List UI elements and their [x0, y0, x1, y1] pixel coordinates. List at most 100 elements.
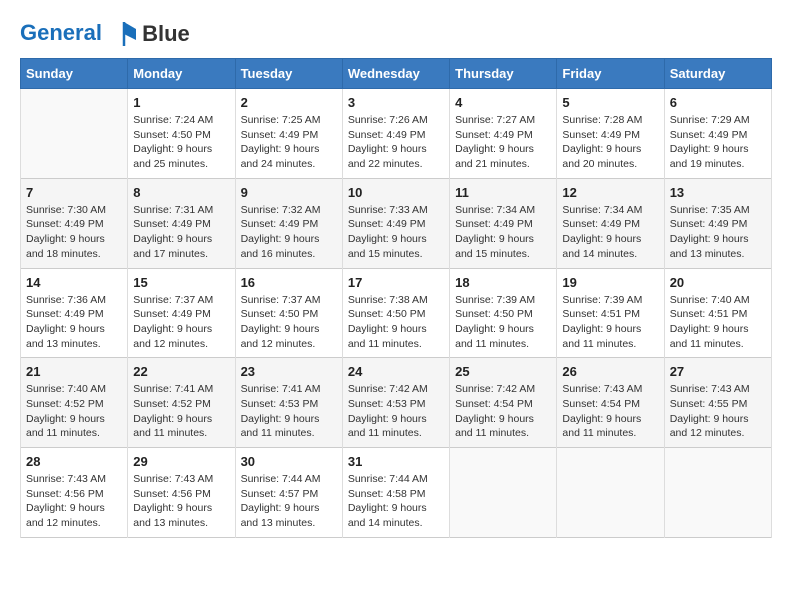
day-number: 29 [133, 454, 229, 469]
day-info: Sunrise: 7:42 AMSunset: 4:54 PMDaylight:… [455, 382, 551, 441]
day-number: 11 [455, 185, 551, 200]
day-info: Sunrise: 7:40 AMSunset: 4:51 PMDaylight:… [670, 293, 766, 352]
day-number: 7 [26, 185, 122, 200]
day-number: 14 [26, 275, 122, 290]
day-info: Sunrise: 7:42 AMSunset: 4:53 PMDaylight:… [348, 382, 444, 441]
day-number: 27 [670, 364, 766, 379]
weekday-header-sunday: Sunday [21, 59, 128, 89]
calendar-cell: 2 Sunrise: 7:25 AMSunset: 4:49 PMDayligh… [235, 89, 342, 179]
calendar-cell: 22 Sunrise: 7:41 AMSunset: 4:52 PMDaylig… [128, 358, 235, 448]
day-number: 10 [348, 185, 444, 200]
day-number: 30 [241, 454, 337, 469]
weekday-header-thursday: Thursday [450, 59, 557, 89]
day-number: 8 [133, 185, 229, 200]
day-number: 12 [562, 185, 658, 200]
day-info: Sunrise: 7:25 AMSunset: 4:49 PMDaylight:… [241, 113, 337, 172]
day-number: 28 [26, 454, 122, 469]
calendar-cell: 5 Sunrise: 7:28 AMSunset: 4:49 PMDayligh… [557, 89, 664, 179]
calendar-cell: 12 Sunrise: 7:34 AMSunset: 4:49 PMDaylig… [557, 178, 664, 268]
calendar-cell: 13 Sunrise: 7:35 AMSunset: 4:49 PMDaylig… [664, 178, 771, 268]
day-info: Sunrise: 7:41 AMSunset: 4:53 PMDaylight:… [241, 382, 337, 441]
day-info: Sunrise: 7:28 AMSunset: 4:49 PMDaylight:… [562, 113, 658, 172]
calendar-week-row: 7 Sunrise: 7:30 AMSunset: 4:49 PMDayligh… [21, 178, 772, 268]
calendar-cell: 24 Sunrise: 7:42 AMSunset: 4:53 PMDaylig… [342, 358, 449, 448]
calendar-week-row: 1 Sunrise: 7:24 AMSunset: 4:50 PMDayligh… [21, 89, 772, 179]
calendar-week-row: 21 Sunrise: 7:40 AMSunset: 4:52 PMDaylig… [21, 358, 772, 448]
day-number: 26 [562, 364, 658, 379]
day-number: 17 [348, 275, 444, 290]
calendar-cell: 16 Sunrise: 7:37 AMSunset: 4:50 PMDaylig… [235, 268, 342, 358]
day-info: Sunrise: 7:39 AMSunset: 4:51 PMDaylight:… [562, 293, 658, 352]
calendar-week-row: 14 Sunrise: 7:36 AMSunset: 4:49 PMDaylig… [21, 268, 772, 358]
day-number: 20 [670, 275, 766, 290]
day-info: Sunrise: 7:24 AMSunset: 4:50 PMDaylight:… [133, 113, 229, 172]
calendar-cell [21, 89, 128, 179]
calendar-cell: 9 Sunrise: 7:32 AMSunset: 4:49 PMDayligh… [235, 178, 342, 268]
day-number: 19 [562, 275, 658, 290]
day-info: Sunrise: 7:34 AMSunset: 4:49 PMDaylight:… [455, 203, 551, 262]
day-number: 25 [455, 364, 551, 379]
weekday-header-wednesday: Wednesday [342, 59, 449, 89]
day-number: 5 [562, 95, 658, 110]
day-info: Sunrise: 7:27 AMSunset: 4:49 PMDaylight:… [455, 113, 551, 172]
day-info: Sunrise: 7:29 AMSunset: 4:49 PMDaylight:… [670, 113, 766, 172]
day-info: Sunrise: 7:34 AMSunset: 4:49 PMDaylight:… [562, 203, 658, 262]
day-number: 21 [26, 364, 122, 379]
day-info: Sunrise: 7:43 AMSunset: 4:56 PMDaylight:… [133, 472, 229, 531]
day-info: Sunrise: 7:41 AMSunset: 4:52 PMDaylight:… [133, 382, 229, 441]
day-info: Sunrise: 7:43 AMSunset: 4:55 PMDaylight:… [670, 382, 766, 441]
day-number: 9 [241, 185, 337, 200]
weekday-header-saturday: Saturday [664, 59, 771, 89]
day-info: Sunrise: 7:44 AMSunset: 4:57 PMDaylight:… [241, 472, 337, 531]
logo-general: General [20, 20, 102, 45]
calendar-cell: 7 Sunrise: 7:30 AMSunset: 4:49 PMDayligh… [21, 178, 128, 268]
calendar-cell: 20 Sunrise: 7:40 AMSunset: 4:51 PMDaylig… [664, 268, 771, 358]
calendar-cell [664, 448, 771, 538]
calendar-cell: 10 Sunrise: 7:33 AMSunset: 4:49 PMDaylig… [342, 178, 449, 268]
weekday-header-friday: Friday [557, 59, 664, 89]
calendar-cell [557, 448, 664, 538]
day-info: Sunrise: 7:40 AMSunset: 4:52 PMDaylight:… [26, 382, 122, 441]
calendar-cell: 15 Sunrise: 7:37 AMSunset: 4:49 PMDaylig… [128, 268, 235, 358]
calendar-cell: 14 Sunrise: 7:36 AMSunset: 4:49 PMDaylig… [21, 268, 128, 358]
day-number: 24 [348, 364, 444, 379]
day-number: 3 [348, 95, 444, 110]
day-number: 31 [348, 454, 444, 469]
day-info: Sunrise: 7:36 AMSunset: 4:49 PMDaylight:… [26, 293, 122, 352]
calendar-cell: 29 Sunrise: 7:43 AMSunset: 4:56 PMDaylig… [128, 448, 235, 538]
calendar-cell: 6 Sunrise: 7:29 AMSunset: 4:49 PMDayligh… [664, 89, 771, 179]
calendar-cell: 23 Sunrise: 7:41 AMSunset: 4:53 PMDaylig… [235, 358, 342, 448]
day-info: Sunrise: 7:43 AMSunset: 4:54 PMDaylight:… [562, 382, 658, 441]
calendar-cell: 18 Sunrise: 7:39 AMSunset: 4:50 PMDaylig… [450, 268, 557, 358]
calendar-cell: 3 Sunrise: 7:26 AMSunset: 4:49 PMDayligh… [342, 89, 449, 179]
day-number: 13 [670, 185, 766, 200]
calendar-cell: 21 Sunrise: 7:40 AMSunset: 4:52 PMDaylig… [21, 358, 128, 448]
day-info: Sunrise: 7:39 AMSunset: 4:50 PMDaylight:… [455, 293, 551, 352]
day-number: 15 [133, 275, 229, 290]
day-number: 2 [241, 95, 337, 110]
day-info: Sunrise: 7:38 AMSunset: 4:50 PMDaylight:… [348, 293, 444, 352]
weekday-header-tuesday: Tuesday [235, 59, 342, 89]
calendar-week-row: 28 Sunrise: 7:43 AMSunset: 4:56 PMDaylig… [21, 448, 772, 538]
logo-flag-icon [110, 20, 138, 48]
day-info: Sunrise: 7:35 AMSunset: 4:49 PMDaylight:… [670, 203, 766, 262]
day-info: Sunrise: 7:26 AMSunset: 4:49 PMDaylight:… [348, 113, 444, 172]
calendar-cell: 25 Sunrise: 7:42 AMSunset: 4:54 PMDaylig… [450, 358, 557, 448]
calendar-header-row: SundayMondayTuesdayWednesdayThursdayFrid… [21, 59, 772, 89]
calendar-cell [450, 448, 557, 538]
calendar-cell: 19 Sunrise: 7:39 AMSunset: 4:51 PMDaylig… [557, 268, 664, 358]
calendar-cell: 8 Sunrise: 7:31 AMSunset: 4:49 PMDayligh… [128, 178, 235, 268]
logo: General Blue [20, 20, 190, 48]
calendar-cell: 30 Sunrise: 7:44 AMSunset: 4:57 PMDaylig… [235, 448, 342, 538]
calendar-cell: 1 Sunrise: 7:24 AMSunset: 4:50 PMDayligh… [128, 89, 235, 179]
day-info: Sunrise: 7:32 AMSunset: 4:49 PMDaylight:… [241, 203, 337, 262]
day-info: Sunrise: 7:43 AMSunset: 4:56 PMDaylight:… [26, 472, 122, 531]
day-number: 4 [455, 95, 551, 110]
calendar-table: SundayMondayTuesdayWednesdayThursdayFrid… [20, 58, 772, 538]
day-number: 1 [133, 95, 229, 110]
day-number: 18 [455, 275, 551, 290]
logo-blue: Blue [142, 21, 190, 46]
calendar-cell: 11 Sunrise: 7:34 AMSunset: 4:49 PMDaylig… [450, 178, 557, 268]
weekday-header-monday: Monday [128, 59, 235, 89]
day-number: 22 [133, 364, 229, 379]
